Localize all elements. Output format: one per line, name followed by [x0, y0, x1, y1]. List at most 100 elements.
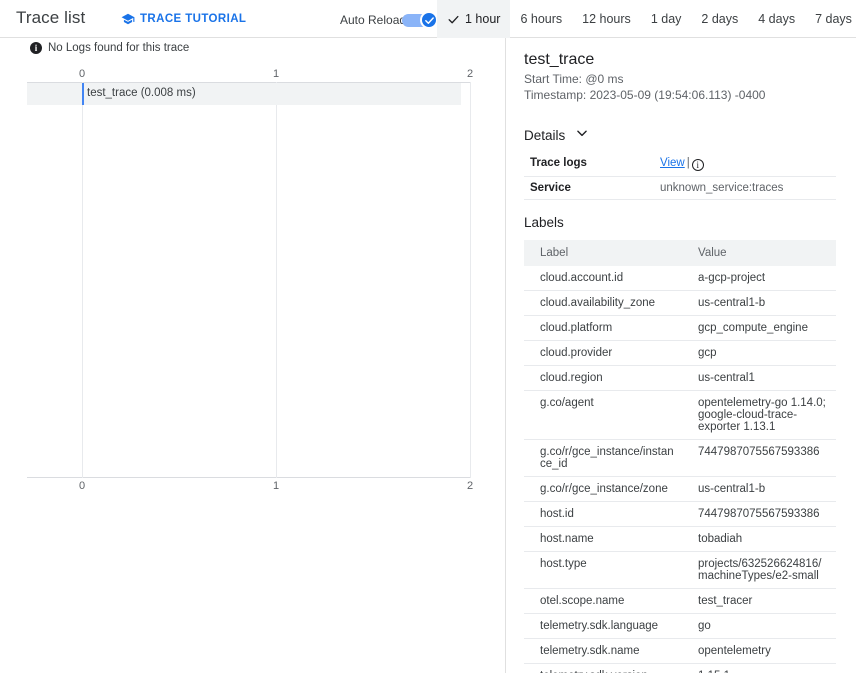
label-value: us-central1-b	[698, 297, 766, 309]
range-button-label: 2 days	[701, 12, 739, 26]
tick-top-2: 2	[466, 68, 474, 80]
gridline-1	[276, 82, 277, 478]
meta-value: unknown_service:traces	[660, 182, 784, 194]
label-row: g.co/r/gce_instance/instance_id 744798707…	[524, 440, 836, 477]
range-button-label: 7 days	[815, 12, 852, 26]
time-range-group: 1 hour 6 hours 12 hours 1 day 2 days 4 days 7 …	[437, 0, 856, 38]
label-row: cloud.provider gcp	[524, 341, 836, 366]
label-value: tobadiah	[698, 533, 743, 545]
labels-table-body: cloud.account.id a-gcp-project cloud.avail…	[524, 266, 836, 673]
label-key: host.id	[540, 508, 574, 520]
label-key: g.co/r/gce_instance/zone	[540, 483, 668, 495]
details-section-toggle[interactable]: Details	[524, 126, 589, 145]
trace-tutorial-label: TRACE TUTORIAL	[140, 13, 247, 25]
auto-reload-label: Auto Reload	[340, 13, 407, 27]
label-row: cloud.region us-central1	[524, 366, 836, 391]
label-value: a-gcp-project	[698, 272, 766, 284]
range-button-4-days[interactable]: 4 days	[748, 0, 805, 38]
details-label: Details	[524, 128, 566, 143]
detail-title: test_trace	[524, 51, 595, 68]
range-button-7-days[interactable]: 7 days	[805, 0, 856, 38]
meta-separator: |	[686, 157, 690, 169]
gridline-2	[470, 82, 471, 478]
label-key: cloud.availability_zone	[540, 297, 656, 309]
labels-header-row: Label Value	[524, 240, 836, 266]
range-button-1-hour[interactable]: 1 hour	[437, 0, 511, 38]
range-button-2-days[interactable]: 2 days	[691, 0, 748, 38]
chevron-down-icon	[575, 126, 589, 145]
trace-span-row[interactable]: test_trace (0.008 ms)	[27, 83, 461, 105]
label-key: host.type	[540, 558, 587, 570]
label-value: opentelemetry	[698, 645, 771, 657]
label-value: gcp_compute_engine	[698, 322, 808, 334]
label-value: projects/632526624816/machineTypes/e2-sm…	[698, 558, 822, 582]
label-value: gcp	[698, 347, 717, 359]
meta-row: Service unknown_service:traces	[524, 177, 836, 200]
label-row: telemetry.sdk.language go	[524, 614, 836, 639]
meta-value: View | i	[654, 152, 836, 177]
labels-table: Label Value cloud.account.id a-gcp-projec…	[524, 240, 836, 673]
label-value: 7447987075567593386	[698, 508, 820, 520]
tick-bottom-0: 0	[78, 480, 86, 492]
label-value: us-central1-b	[698, 483, 766, 495]
no-logs-text: No Logs found for this trace	[48, 42, 190, 54]
range-button-label: 1 day	[650, 12, 682, 26]
range-button-label: 1 hour	[465, 12, 501, 26]
meta-key: Trace logs	[530, 157, 587, 169]
labels-col-label: Label	[524, 240, 682, 266]
tick-top-1: 1	[272, 68, 280, 80]
label-row: g.co/r/gce_instance/zone us-central1-b	[524, 477, 836, 502]
detail-meta-table: Trace logs View | i Service unknown_service:t…	[524, 152, 836, 200]
meta-row: Trace logs View | i	[524, 152, 836, 177]
trace-span-label: test_trace (0.008 ms)	[87, 87, 196, 99]
label-key: otel.scope.name	[540, 595, 625, 607]
range-button-6-hours[interactable]: 6 hours	[510, 0, 572, 38]
gridline-0	[82, 82, 83, 478]
label-value: 1.15.1	[682, 664, 836, 673]
info-icon: i	[30, 42, 42, 54]
range-button-1-day[interactable]: 1 day	[641, 0, 692, 38]
label-value: opentelemetry-go 1.14.0; google-cloud-tr…	[698, 397, 826, 433]
range-button-label: 12 hours	[582, 12, 631, 26]
label-key: g.co/agent	[540, 397, 594, 409]
page-title: Trace list	[16, 8, 86, 27]
axis-bottom-line	[27, 477, 470, 478]
check-icon	[447, 13, 460, 26]
label-key: cloud.platform	[540, 322, 613, 334]
range-button-12-hours[interactable]: 12 hours	[572, 0, 641, 38]
tick-bottom-2: 2	[466, 480, 474, 492]
label-key: cloud.provider	[540, 347, 613, 359]
gantt-chart: 0 1 2 0 1 2 test_trace (0.008 ms)	[27, 68, 475, 492]
range-button-label: 6 hours	[520, 12, 563, 26]
label-row: g.co/agent opentelemetry-go 1.14.0; googl…	[524, 391, 836, 440]
trace-span-bar	[82, 83, 84, 105]
label-key: host.name	[540, 533, 594, 545]
detail-start-time: Start Time: @0 ms	[524, 72, 624, 86]
auto-reload-toggle[interactable]	[402, 11, 439, 29]
label-value: us-central1	[698, 372, 755, 384]
label-key: g.co/r/gce_instance/instance_id	[540, 446, 674, 470]
labels-table-head: Label Value	[524, 240, 836, 266]
tick-bottom-1: 1	[272, 480, 280, 492]
trace-detail-pane: test_trace Start Time: @0 ms Timestamp: …	[505, 38, 856, 673]
label-key: cloud.region	[540, 372, 603, 384]
info-outline-icon[interactable]: i	[691, 159, 704, 171]
label-row: telemetry.sdk.name opentelemetry	[524, 639, 836, 664]
label-row: host.id 7447987075567593386	[524, 502, 836, 527]
top-bar: Trace list TRACE TUTORIAL Auto Reload 1 …	[0, 0, 856, 38]
detail-meta-body: Trace logs View | i Service unknown_service:t…	[524, 152, 836, 200]
tick-top-0: 0	[78, 68, 86, 80]
label-value: go	[698, 620, 711, 632]
labels-heading: Labels	[524, 215, 564, 230]
auto-reload-control[interactable]: Auto Reload	[340, 11, 439, 29]
view-logs-link[interactable]: View	[660, 157, 685, 169]
label-value: 7447987075567593386	[698, 446, 820, 458]
trace-tutorial-link[interactable]: TRACE TUTORIAL	[121, 12, 246, 26]
labels-col-value: Value	[682, 240, 836, 266]
label-row: host.name tobadiah	[524, 527, 836, 552]
toggle-knob-check-icon	[420, 11, 439, 29]
label-key: telemetry.sdk.name	[540, 645, 640, 657]
range-button-label: 4 days	[758, 12, 796, 26]
school-icon	[121, 12, 135, 26]
label-key: telemetry.sdk.language	[540, 620, 659, 632]
